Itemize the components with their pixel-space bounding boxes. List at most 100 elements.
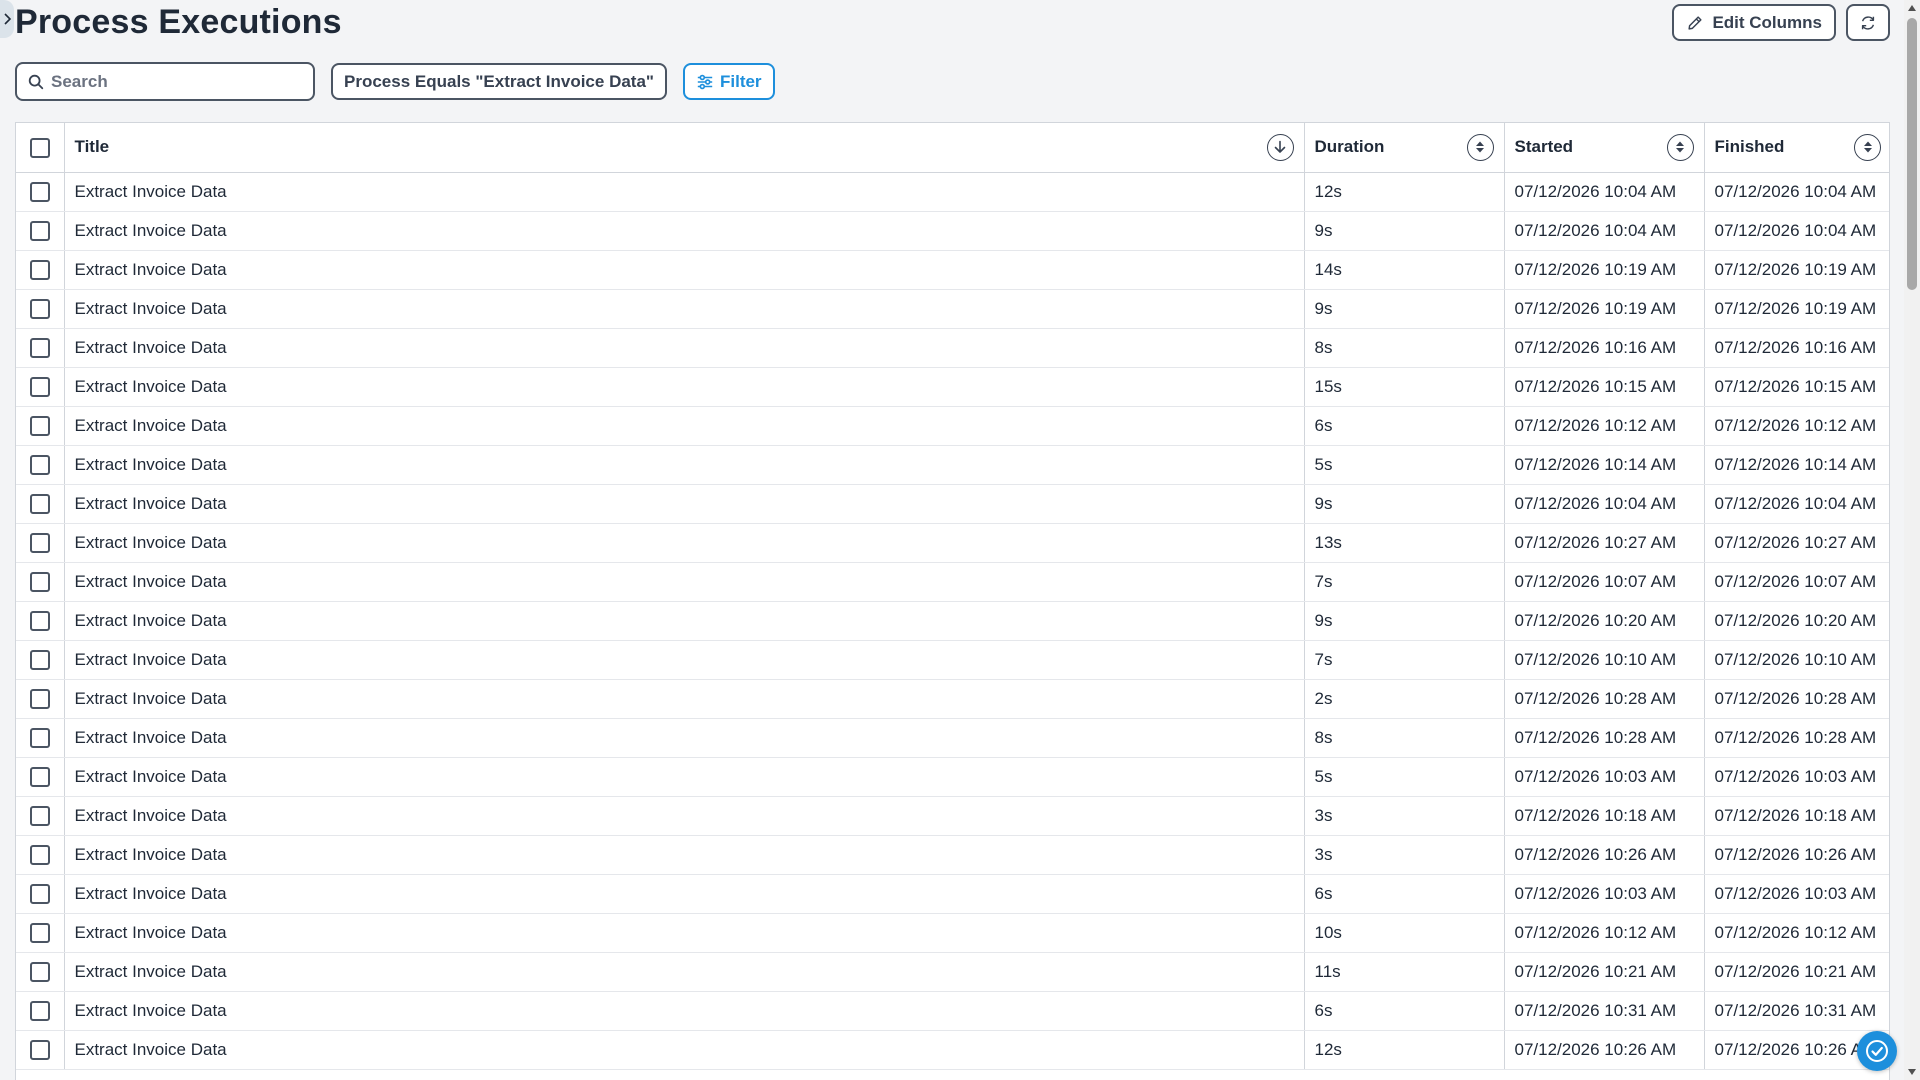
row-select-cell: [16, 913, 65, 953]
sidebar-toggle-button[interactable]: [0, 0, 14, 38]
cell-finished: 07/12/2026 10:04 AM: [1704, 484, 1889, 524]
select-all-checkbox[interactable]: [29, 137, 50, 158]
table-row[interactable]: Extract Invoice Data 9s 07/12/2026 10:04 A…: [16, 484, 1889, 524]
table-row[interactable]: Extract Invoice Data 9s 07/12/2026 10:20 A…: [16, 601, 1889, 641]
row-select-cell: [16, 952, 65, 992]
row-checkbox[interactable]: [29, 337, 50, 358]
table-row[interactable]: Extract Invoice Data 7s 07/12/2026 10:07 A…: [16, 562, 1889, 602]
row-checkbox[interactable]: [29, 532, 50, 553]
page-scrollbar[interactable]: [1904, 0, 1920, 1080]
cell-finished: 07/12/2026 10:28 AM: [1704, 718, 1889, 758]
row-checkbox[interactable]: [29, 727, 50, 748]
active-filter-chip[interactable]: Process Equals "Extract Invoice Data": [331, 63, 667, 100]
table-row[interactable]: Extract Invoice Data 11s 07/12/2026 10:21 …: [16, 952, 1889, 992]
cell-duration: 12s: [1304, 1030, 1505, 1070]
table-row[interactable]: Extract Invoice Data 3s 07/12/2026 10:26 A…: [16, 835, 1889, 875]
cell-duration: 8s: [1304, 328, 1505, 368]
table-row[interactable]: Extract Invoice Data 6s 07/12/2026 10:31 A…: [16, 991, 1889, 1031]
cell-started: 07/12/2026 10:31 AM: [1504, 991, 1705, 1031]
row-checkbox[interactable]: [29, 610, 50, 631]
row-select-cell: [16, 367, 65, 407]
cell-started: 07/12/2026 10:10 AM: [1504, 640, 1705, 680]
row-checkbox[interactable]: [29, 220, 50, 241]
row-checkbox[interactable]: [29, 1039, 50, 1060]
row-select-cell: [16, 523, 65, 563]
row-checkbox[interactable]: [29, 1000, 50, 1021]
row-checkbox[interactable]: [29, 571, 50, 592]
sort-finished-button[interactable]: [1854, 133, 1881, 161]
row-checkbox[interactable]: [29, 805, 50, 826]
column-header-started: Started: [1504, 123, 1705, 173]
search-input[interactable]: [51, 71, 303, 92]
table-row[interactable]: Extract Invoice Data 6s 07/12/2026 10:03 A…: [16, 874, 1889, 914]
cell-duration: 13s: [1304, 523, 1505, 563]
row-checkbox[interactable]: [29, 181, 50, 202]
cell-title: Extract Invoice Data: [64, 796, 1305, 836]
caret-down-icon: [1908, 1069, 1916, 1075]
top-actions: Edit Columns: [1672, 4, 1890, 41]
row-checkbox[interactable]: [29, 844, 50, 865]
table-row[interactable]: Extract Invoice Data 10s 07/12/2026 10:12 …: [16, 913, 1889, 953]
table-row[interactable]: Extract Invoice Data 9s 07/12/2026 10:19 A…: [16, 289, 1889, 329]
row-checkbox[interactable]: [29, 961, 50, 982]
search-box[interactable]: [15, 62, 315, 101]
status-fab-button[interactable]: [1857, 1031, 1897, 1071]
table-body: Extract Invoice Data 12s 07/12/2026 10:04 …: [16, 172, 1889, 1070]
cell-title: Extract Invoice Data: [64, 289, 1305, 329]
cell-duration: 12s: [1304, 172, 1505, 212]
sort-icon: [1476, 141, 1484, 153]
row-select-cell: [16, 484, 65, 524]
cell-title: Extract Invoice Data: [64, 874, 1305, 914]
cell-title: Extract Invoice Data: [64, 991, 1305, 1031]
table-row[interactable]: Extract Invoice Data 7s 07/12/2026 10:10 A…: [16, 640, 1889, 680]
cell-finished: 07/12/2026 10:03 AM: [1704, 874, 1889, 914]
cell-started: 07/12/2026 10:07 AM: [1504, 562, 1705, 602]
table-row[interactable]: Extract Invoice Data 5s 07/12/2026 10:03 A…: [16, 757, 1889, 797]
row-checkbox[interactable]: [29, 493, 50, 514]
table-row[interactable]: Extract Invoice Data 8s 07/12/2026 10:16 A…: [16, 328, 1889, 368]
table-row[interactable]: Extract Invoice Data 5s 07/12/2026 10:14 A…: [16, 445, 1889, 485]
table-row[interactable]: Extract Invoice Data 14s 07/12/2026 10:19 …: [16, 250, 1889, 290]
row-checkbox[interactable]: [29, 688, 50, 709]
scroll-thumb[interactable]: [1907, 18, 1917, 290]
cell-duration: 9s: [1304, 289, 1505, 329]
edit-columns-button[interactable]: Edit Columns: [1672, 4, 1836, 41]
table-row[interactable]: Extract Invoice Data 3s 07/12/2026 10:18 A…: [16, 796, 1889, 836]
filter-button[interactable]: Filter: [682, 63, 775, 100]
table-row[interactable]: Extract Invoice Data 9s 07/12/2026 10:04 A…: [16, 211, 1889, 251]
table-row[interactable]: Extract Invoice Data 12s 07/12/2026 10:04 …: [16, 172, 1889, 212]
cell-started: 07/12/2026 10:21 AM: [1504, 952, 1705, 992]
table-row[interactable]: Extract Invoice Data 15s 07/12/2026 10:15 …: [16, 367, 1889, 407]
row-checkbox[interactable]: [29, 454, 50, 475]
table-row[interactable]: Extract Invoice Data 8s 07/12/2026 10:28 A…: [16, 718, 1889, 758]
row-checkbox[interactable]: [29, 766, 50, 787]
row-select-cell: [16, 757, 65, 797]
row-checkbox[interactable]: [29, 415, 50, 436]
sort-duration-button[interactable]: [1466, 133, 1494, 161]
row-checkbox[interactable]: [29, 922, 50, 943]
row-checkbox[interactable]: [29, 376, 50, 397]
cell-finished: 07/12/2026 10:18 AM: [1704, 796, 1889, 836]
edit-columns-label: Edit Columns: [1712, 12, 1822, 32]
table-row[interactable]: Extract Invoice Data 6s 07/12/2026 10:12 A…: [16, 406, 1889, 446]
cell-title: Extract Invoice Data: [64, 679, 1305, 719]
scroll-up-button[interactable]: [1904, 0, 1920, 16]
row-select-cell: [16, 211, 65, 251]
cell-duration: 2s: [1304, 679, 1505, 719]
row-checkbox[interactable]: [29, 649, 50, 670]
sort-title-button[interactable]: [1266, 133, 1294, 161]
row-checkbox[interactable]: [29, 259, 50, 280]
scroll-down-button[interactable]: [1904, 1064, 1920, 1080]
row-checkbox[interactable]: [29, 298, 50, 319]
row-select-cell: [16, 601, 65, 641]
filter-button-label: Filter: [719, 71, 762, 91]
table-row[interactable]: Extract Invoice Data 12s 07/12/2026 10:26 …: [16, 1030, 1889, 1070]
row-checkbox[interactable]: [29, 883, 50, 904]
cell-finished: 07/12/2026 10:26 AM: [1704, 835, 1889, 875]
table-row[interactable]: Extract Invoice Data 13s 07/12/2026 10:27 …: [16, 523, 1889, 563]
cell-title: Extract Invoice Data: [64, 718, 1305, 758]
sort-started-button[interactable]: [1666, 133, 1694, 161]
table-row[interactable]: Extract Invoice Data 2s 07/12/2026 10:28 A…: [16, 679, 1889, 719]
refresh-button[interactable]: [1846, 4, 1890, 41]
cell-title: Extract Invoice Data: [64, 640, 1305, 680]
